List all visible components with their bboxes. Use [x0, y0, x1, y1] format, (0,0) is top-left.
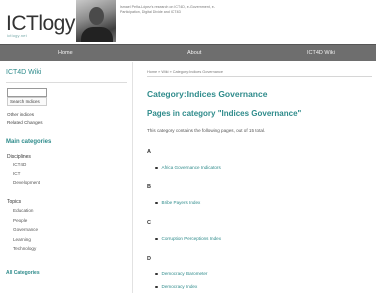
sidebar-title: ICT4D Wiki	[6, 69, 42, 76]
bullet-icon	[155, 166, 158, 170]
site-header: ICTlogy ictlogy.net Ismael Peña-López's …	[0, 0, 376, 44]
list-item[interactable]: Democracy Index	[155, 284, 197, 289]
sidebar-item-governance[interactable]: Governance	[13, 227, 38, 232]
sidebar-divider	[6, 82, 127, 83]
list-item[interactable]: Africa Governance Indicators	[155, 165, 221, 170]
author-photo	[76, 0, 116, 42]
sidebar-item-education[interactable]: Education	[13, 208, 33, 213]
section-letter-d: D	[147, 256, 151, 262]
list-item-link[interactable]: Corruption Perceptions Index	[162, 236, 222, 241]
site-logo-subtitle: ictlogy.net	[7, 33, 27, 38]
nav-home[interactable]: Home	[58, 45, 73, 61]
main-nav: Home About ICT4D Wiki	[0, 44, 376, 61]
page-title: Category:Indices Governance	[147, 89, 268, 99]
author-photo-body	[81, 27, 113, 42]
list-item[interactable]: Corruption Perceptions Index	[155, 236, 221, 241]
all-categories-link[interactable]: All Categories	[6, 270, 40, 276]
sidebar-group-disciplines: Disciplines	[7, 154, 31, 160]
bullet-icon	[155, 201, 158, 205]
sidebar-item-ict[interactable]: ICT	[13, 171, 20, 176]
list-item-link[interactable]: Democracy Barometer	[162, 271, 208, 276]
sidebar-item-learning[interactable]: Learning	[13, 237, 31, 242]
section-letter-c: C	[147, 220, 151, 226]
main-divider	[147, 76, 372, 77]
list-item-link[interactable]: Democracy Index	[162, 284, 198, 289]
author-photo-head	[89, 7, 104, 25]
list-item-link[interactable]: Bribe Payers Index	[162, 200, 201, 205]
sidebar-item-technology[interactable]: Technology	[13, 246, 36, 251]
sidebar-item-ict4d[interactable]: ICT4D	[13, 162, 26, 167]
nav-about[interactable]: About	[187, 45, 201, 61]
pages-description: This category contains the following pag…	[147, 128, 266, 133]
sidebar-link-related-changes[interactable]: Related Changes	[7, 120, 43, 125]
sidebar-group-topics: Topics	[7, 199, 22, 205]
sidebar-item-development[interactable]: Development	[13, 180, 40, 185]
bullet-icon	[155, 285, 158, 289]
sidebar-item-people[interactable]: People	[13, 218, 27, 223]
nav-ict4d-wiki[interactable]: ICT4D Wiki	[307, 45, 335, 61]
main-content: Home » Wiki » Category:Indices Governanc…	[145, 62, 372, 293]
list-item[interactable]: Bribe Payers Index	[155, 200, 200, 205]
section-letter-a: A	[147, 149, 151, 155]
main-categories-heading: Main categories	[6, 139, 52, 145]
pages-heading: Pages in category "Indices Governance"	[147, 109, 302, 118]
sidebar-link-other-indices[interactable]: Other indices	[7, 112, 34, 117]
bullet-icon	[155, 272, 158, 276]
bullet-icon	[155, 237, 158, 241]
list-item[interactable]: Democracy Barometer	[155, 271, 207, 276]
breadcrumb[interactable]: Home » Wiki » Category:Indices Governanc…	[147, 70, 223, 74]
list-item-link[interactable]: Africa Governance Indicators	[162, 165, 221, 170]
wiki-search-button[interactable]: Search Indices	[7, 97, 47, 106]
wiki-search-input[interactable]	[7, 88, 47, 97]
section-letter-b: B	[147, 184, 151, 190]
site-tagline: Ismael Peña-López's research on ICT4D, e…	[120, 5, 215, 14]
